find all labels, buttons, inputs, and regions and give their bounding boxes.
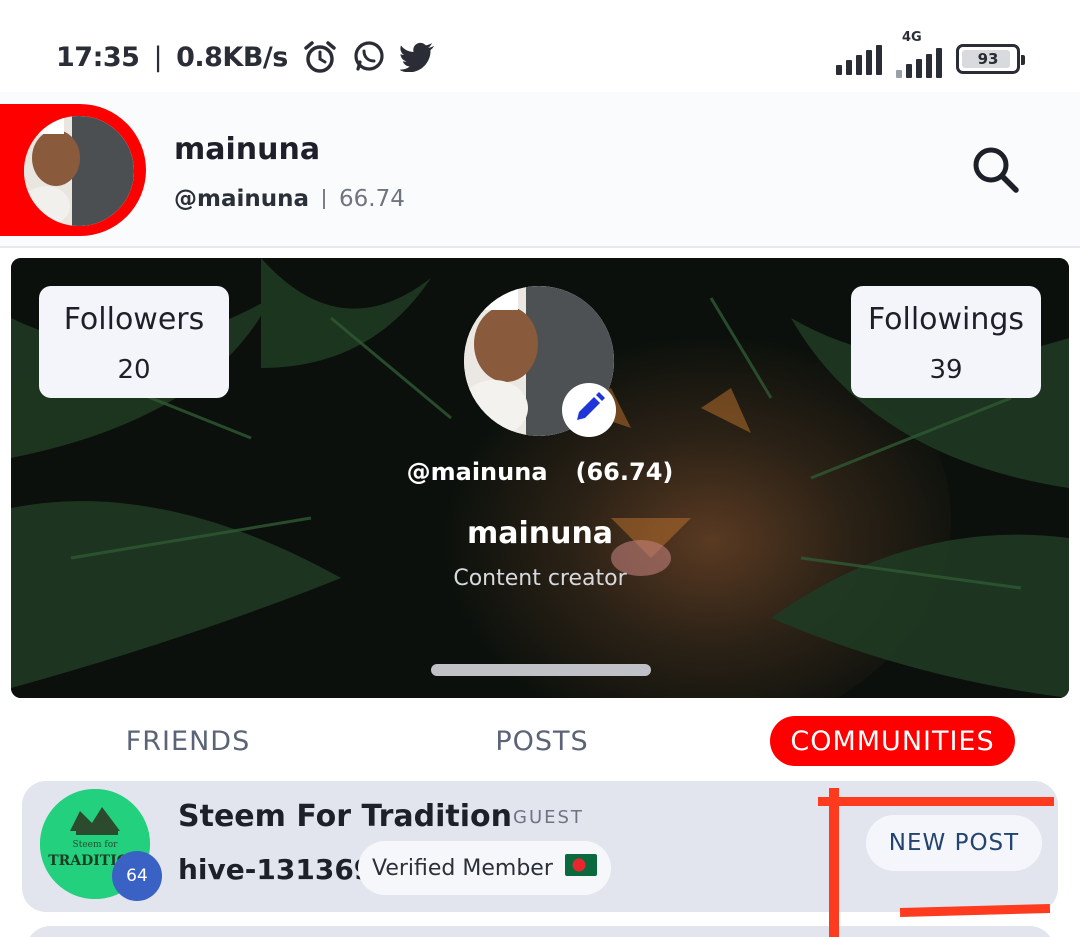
cover-handle-line: @mainuna (66.74) bbox=[11, 458, 1069, 486]
profile-tabs: FRIENDS POSTS COMMUNITIES bbox=[0, 706, 1080, 776]
network-type: 4G bbox=[902, 30, 922, 45]
community-rank-badge: 64 bbox=[112, 851, 162, 901]
profile-header: mainuna @mainuna 66.74 bbox=[0, 92, 1080, 248]
cover-page-indicator bbox=[431, 664, 651, 676]
community-name[interactable]: Steem For Tradition bbox=[178, 799, 512, 834]
cover-bio: Content creator bbox=[453, 566, 627, 591]
avatar[interactable] bbox=[24, 116, 134, 226]
verified-member-label: Verified Member bbox=[372, 855, 553, 881]
status-speed: 0.8KB/s bbox=[176, 41, 288, 73]
new-post-button[interactable]: NEW POST bbox=[866, 815, 1042, 871]
alarm-icon bbox=[302, 40, 338, 74]
pencil-icon bbox=[573, 392, 605, 428]
cover-name: mainuna bbox=[466, 516, 614, 551]
status-separator: | bbox=[153, 41, 163, 73]
cover-handle[interactable]: @mainuna bbox=[407, 458, 548, 486]
followers-count: 20 bbox=[117, 355, 151, 385]
battery-icon: 93 bbox=[956, 44, 1025, 74]
edit-avatar-button[interactable] bbox=[562, 383, 616, 437]
status-time: 17:35 bbox=[56, 41, 140, 73]
battery-percent: 93 bbox=[977, 50, 999, 68]
header-name: mainuna bbox=[174, 132, 321, 167]
header-handle[interactable]: @mainuna bbox=[174, 186, 309, 212]
followers-card[interactable]: Followers 20 bbox=[39, 286, 229, 398]
status-right: 4G 93 bbox=[836, 30, 1025, 78]
annotation-left bbox=[829, 788, 839, 937]
community-role: GUEST bbox=[513, 807, 584, 828]
signal-icon bbox=[836, 43, 882, 75]
followings-count: 39 bbox=[929, 355, 963, 385]
twitter-icon bbox=[399, 42, 436, 72]
bangladesh-flag-icon bbox=[564, 854, 597, 882]
avatar-ring[interactable] bbox=[0, 104, 146, 236]
divider bbox=[323, 189, 326, 209]
cover-reputation: (66.74) bbox=[575, 458, 674, 486]
followings-card[interactable]: Followings 39 bbox=[851, 286, 1041, 398]
followers-label: Followers bbox=[63, 302, 205, 337]
verified-member-badge: Verified Member bbox=[358, 841, 611, 895]
status-bar: 17:35 | 0.8KB/s 4G 93 bbox=[0, 0, 1080, 92]
whatsapp-icon bbox=[352, 40, 386, 74]
tab-friends[interactable]: FRIENDS bbox=[108, 716, 268, 766]
next-community-card bbox=[26, 926, 1054, 937]
tab-posts[interactable]: POSTS bbox=[472, 716, 612, 766]
profile-cover: Followers 20 Followings 39 @mainuna (66.7… bbox=[11, 258, 1069, 698]
search-icon bbox=[970, 144, 1022, 200]
community-logo-small: Steem for bbox=[73, 840, 119, 850]
status-left: 17:35 | 0.8KB/s bbox=[56, 40, 436, 74]
tab-communities[interactable]: COMMUNITIES bbox=[770, 716, 1015, 766]
signal-4g-icon: 4G bbox=[896, 30, 942, 78]
followings-label: Followings bbox=[867, 302, 1025, 337]
community-id: hive-131369 bbox=[178, 853, 374, 886]
annotation-top bbox=[818, 797, 1054, 806]
header-reputation: 66.74 bbox=[339, 186, 405, 212]
search-button[interactable] bbox=[968, 144, 1024, 200]
header-subline: @mainuna 66.74 bbox=[174, 186, 405, 212]
